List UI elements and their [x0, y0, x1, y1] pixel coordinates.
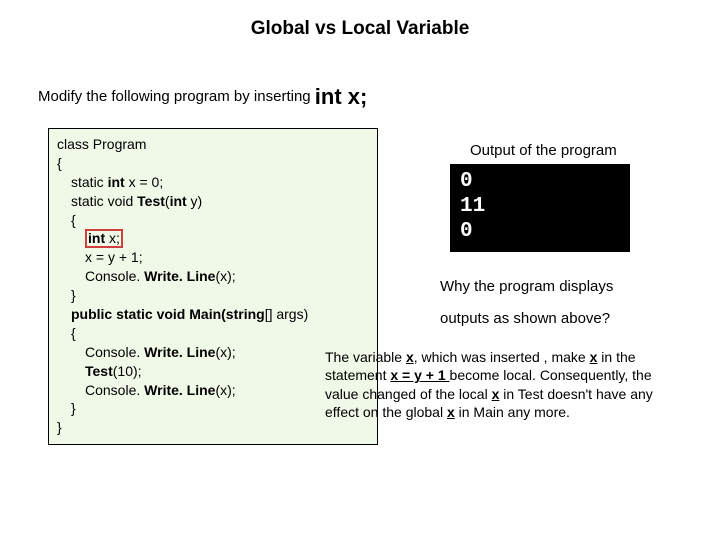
code-line: }	[57, 419, 62, 435]
txt: (10);	[113, 363, 142, 379]
code-line: }	[57, 399, 369, 418]
txt: Console.	[85, 382, 144, 398]
kw-int: int	[170, 193, 187, 209]
fn: Write. Line	[144, 344, 215, 360]
txt: (x);	[215, 268, 235, 284]
fn-test: Test	[137, 193, 165, 209]
question-line-2: outputs as shown above?	[440, 310, 610, 327]
code-line: Console. Write. Line(x);	[57, 267, 369, 286]
output-box: 0 11 0	[450, 164, 630, 252]
txt: The variable	[325, 349, 406, 365]
output-line: 0	[460, 170, 620, 195]
txt: in Main any more.	[455, 404, 570, 420]
fn: Write. Line	[144, 382, 215, 398]
fn: Write. Line	[144, 268, 215, 284]
code-line: static void Test(int y)	[57, 192, 369, 211]
code-line: Test(10);	[57, 362, 369, 381]
slide-title: Global vs Local Variable	[0, 0, 720, 40]
intro-text: Modify the following program by insertin…	[38, 84, 367, 110]
output-line: 11	[460, 195, 620, 220]
txt: [] args)	[265, 306, 309, 322]
code-line: x = y + 1;	[57, 248, 369, 267]
fn-test: Test	[85, 363, 113, 379]
code-line: }	[57, 286, 369, 305]
kw: static	[71, 174, 108, 190]
txt: static void	[71, 193, 137, 209]
code-line: Console. Write. Line(x);	[57, 381, 369, 400]
stmt: x = y + 1	[390, 367, 449, 383]
kw-int: int	[88, 230, 105, 246]
code-line: static int x = 0;	[57, 173, 369, 192]
var-x: x	[406, 349, 414, 365]
intro-prefix: Modify the following program by insertin…	[38, 88, 315, 105]
txt: y)	[187, 193, 203, 209]
txt: (x);	[215, 382, 235, 398]
code-line: public static void Main(string[] args)	[57, 305, 369, 324]
output-label: Output of the program	[470, 142, 617, 159]
txt: Console.	[85, 344, 144, 360]
code-line-highlight: int x;	[57, 229, 369, 248]
output-line: 0	[460, 220, 620, 245]
txt: x;	[105, 230, 120, 246]
question-line-1: Why the program displays	[440, 278, 613, 295]
txt: , which was inserted , make	[414, 349, 590, 365]
txt: (x);	[215, 344, 235, 360]
var-x: x	[447, 404, 455, 420]
intro-code: int x;	[315, 84, 368, 109]
sig: public static void Main(string	[71, 306, 265, 322]
code-line: {	[57, 324, 369, 343]
code-line: class Program	[57, 136, 146, 152]
txt: Console.	[85, 268, 144, 284]
explanation: The variable x, which was inserted , mak…	[325, 348, 685, 422]
code-line: {	[57, 211, 369, 230]
txt: x = 0;	[125, 174, 164, 190]
kw-int: int	[108, 174, 125, 190]
code-line: Console. Write. Line(x);	[57, 343, 369, 362]
code-line: {	[57, 155, 62, 171]
